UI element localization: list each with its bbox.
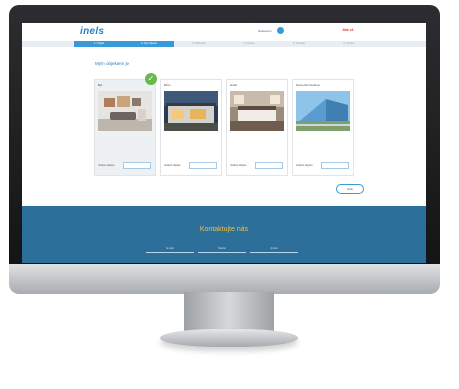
card-title: Byt [98,83,103,87]
monitor-stand-foot [160,329,298,347]
step-5[interactable]: 5. Kontakt [274,41,324,47]
size-label: Velikost objektu [230,164,247,167]
progress-steps: 1. Objekt 2. Typ objektu 3. Místnosti 4.… [22,41,426,47]
card-title: Dům [164,83,171,87]
size-label: Velikost objektu [98,164,115,167]
step-3[interactable]: 3. Místnosti [174,41,224,47]
card-title: Hotel [230,83,238,87]
header-link[interactable]: Nastavení [258,29,272,33]
card-komercni-budova[interactable]: Komerční budova Velikost objektu [292,79,354,176]
contact-title: Kontaktujte nás [199,226,249,233]
card-byt[interactable]: Byt ✓ Velikost objektu [94,73,157,176]
name-field[interactable]: Jméno [250,246,298,253]
size-label: Velikost objektu [164,164,181,167]
card-dum[interactable]: Dům Velikost objektu [160,79,222,176]
card-title: Komerční budova [296,83,320,87]
size-select[interactable] [255,162,283,169]
size-select[interactable] [189,162,217,169]
email-field[interactable]: E-mail [146,246,194,253]
monitor-stand-neck [184,292,274,332]
step-4[interactable]: 4. Funkce [224,41,274,47]
office-building-image [296,91,350,131]
page-title: Mým objektem je [95,61,130,66]
hotel-image [230,91,284,131]
step-1[interactable]: 1. Objekt [74,41,124,47]
card-hotel[interactable]: Hotel Velikost objektu [226,79,288,176]
user-icon[interactable] [277,27,284,34]
monitor-chin [9,264,440,294]
apartment-image [98,91,152,131]
language-switch[interactable]: Jiné z1 [342,28,354,32]
contact-section: Kontaktujte nás E-mail Telefon Jméno [22,206,426,263]
check-icon: ✓ [145,73,157,85]
size-label: Velikost objektu [296,164,313,167]
screen: inels Nastavení Jiné z1 1. Objekt 2. Typ… [22,23,426,263]
size-select[interactable] [321,162,349,169]
size-select[interactable] [123,162,151,169]
house-image [164,91,218,131]
step-2[interactable]: 2. Typ objektu [124,41,174,47]
top-bar: inels Nastavení Jiné z1 [22,23,426,41]
step-6[interactable]: 6. Souhrn [324,41,374,47]
phone-field[interactable]: Telefon [198,246,246,253]
next-button[interactable]: Dále [336,184,364,194]
logo: inels [80,26,105,37]
